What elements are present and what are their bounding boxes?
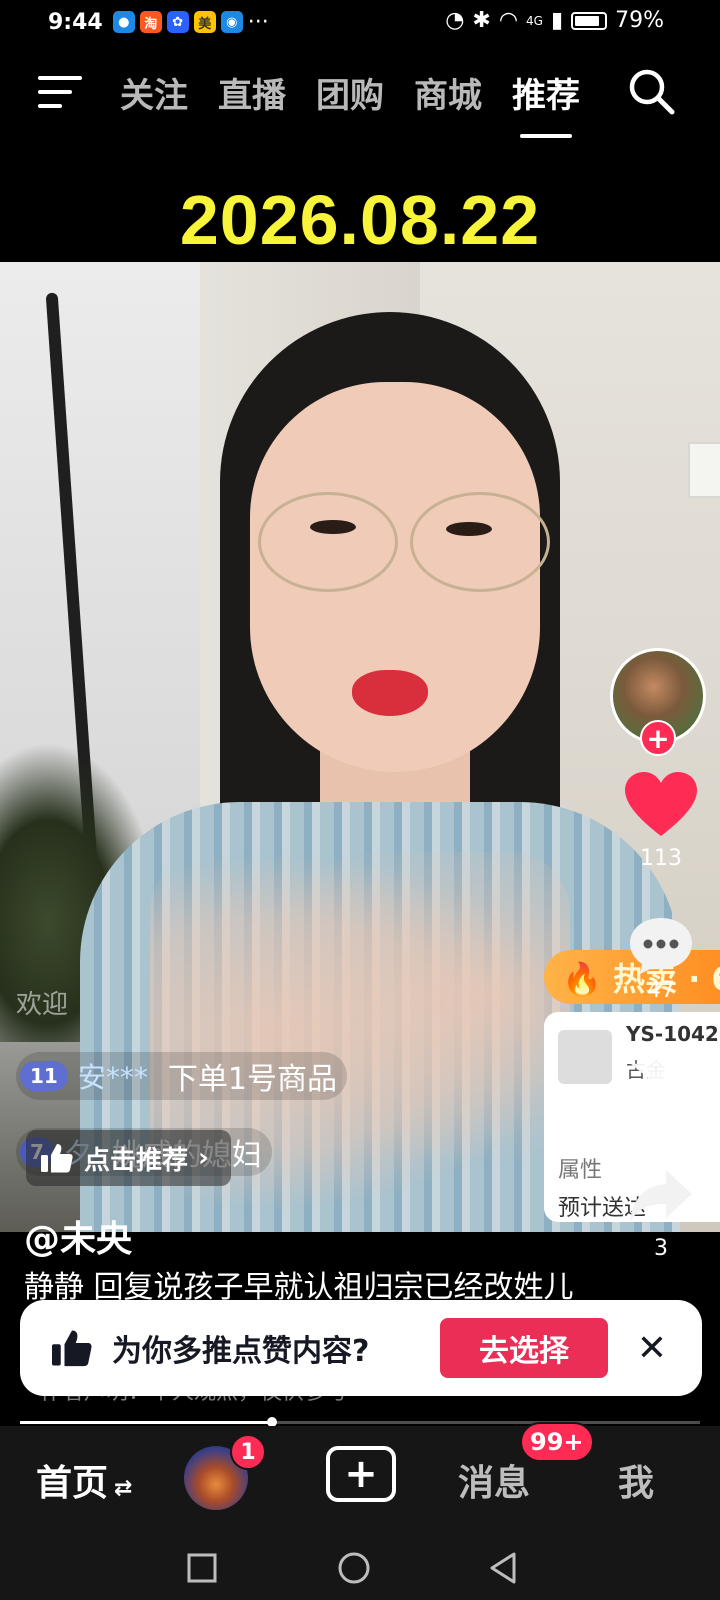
favorite-button[interactable]	[616, 1040, 706, 1104]
status-bar: 9:44 ● 淘 ✿ 美 ◉ ··· ◔ ✱ ◠ 4G ▮ 79%	[0, 0, 720, 44]
tab-live[interactable]: 直播	[218, 68, 286, 128]
recents-icon[interactable]	[186, 1552, 218, 1584]
fan-level-badge: 11	[20, 1061, 68, 1091]
author-name[interactable]: @未央	[24, 1210, 132, 1262]
chat-text: 下单1号商品	[167, 1062, 337, 1097]
wall-switch	[688, 442, 720, 498]
more-notifications-icon: ···	[247, 9, 269, 35]
home-icon[interactable]	[336, 1550, 372, 1586]
speedometer-icon: ◔	[445, 8, 465, 33]
swap-icon: ⇄	[114, 1476, 133, 1501]
network-type: 4G	[526, 13, 543, 28]
status-indicators: ◔ ✱ ◠ 4G ▮ 79%	[445, 8, 664, 33]
comment-count: 47	[647, 978, 675, 1003]
tab-mall[interactable]: 商城	[414, 68, 482, 128]
share-count: 3	[654, 1236, 668, 1261]
messages-badge: 99+	[520, 1422, 594, 1462]
video-date-overlay: 2026.08.22	[179, 181, 541, 259]
search-icon[interactable]	[626, 66, 676, 116]
recommend-popup: 为你多推点赞内容? 去选择 ✕	[20, 1300, 702, 1396]
thumbs-up-icon	[41, 1144, 73, 1173]
wifi-icon: ◠	[498, 8, 519, 33]
product-attribute: 属性	[558, 1158, 603, 1183]
chevron-right-icon: ›	[198, 1143, 209, 1173]
video-progress-fill	[20, 1421, 272, 1424]
tab-recommend[interactable]: 推荐	[512, 68, 580, 138]
meituan-icon: 美	[193, 11, 216, 33]
tab-group-buy[interactable]: 团购	[316, 68, 384, 128]
battery-percent: 79%	[615, 8, 664, 33]
like-count: 113	[640, 846, 682, 871]
baidu-icon: ✿	[166, 11, 189, 33]
video-progress-bar[interactable]	[20, 1417, 700, 1427]
tab-me[interactable]: 我	[618, 1454, 654, 1506]
like-button[interactable]	[616, 770, 706, 840]
tab-messages[interactable]: 消息	[458, 1454, 530, 1506]
share-button[interactable]	[616, 1166, 706, 1226]
globe-icon: ◉	[220, 11, 243, 33]
tab-following[interactable]: 关注	[120, 68, 188, 128]
signal-icon: ▮	[550, 8, 564, 33]
taobao-icon: 淘	[139, 11, 162, 33]
heart-icon	[625, 772, 697, 836]
chat-username: 安***	[77, 1061, 148, 1094]
comment-icon	[630, 918, 692, 974]
status-time: 9:44	[48, 9, 103, 35]
recommend-chip[interactable]: 点击推荐 ›	[26, 1130, 231, 1186]
system-nav-bar	[0, 1538, 720, 1600]
nav-tabs: 关注 直播 团购 商城 推荐	[120, 68, 580, 138]
video-player[interactable]: 欢迎 11 安*** 下单1号商品 7 夕 姚威的媳妇 🔥 热卖 · 6 YS-…	[0, 262, 720, 1232]
friends-badge: 1	[230, 1434, 266, 1470]
bottom-tab-bar: 首页 ⇄ 1 + 消息 99+ 我	[0, 1422, 720, 1538]
star-icon	[631, 1043, 691, 1100]
product-thumbnail	[558, 1030, 612, 1084]
thumbs-up-icon	[52, 1330, 92, 1367]
glasses	[258, 492, 398, 592]
favorite-count: 19	[647, 1108, 675, 1133]
comment-button[interactable]	[616, 914, 706, 978]
back-icon[interactable]	[486, 1550, 520, 1586]
share-icon	[630, 1170, 692, 1222]
chat-welcome: 欢迎	[16, 990, 69, 1020]
menu-icon[interactable]	[38, 72, 84, 112]
recommend-chip-label: 点击推荐	[84, 1145, 189, 1176]
recommend-popup-text: 为你多推点赞内容?	[112, 1334, 370, 1369]
chat-message: 11 安*** 下单1号商品	[16, 1052, 347, 1100]
follow-button[interactable]: +	[640, 720, 676, 756]
create-button[interactable]: +	[326, 1446, 396, 1502]
tab-home-label: 首页	[36, 1463, 109, 1504]
choose-button[interactable]: 去选择	[440, 1318, 608, 1378]
tab-home[interactable]: 首页 ⇄	[36, 1454, 132, 1506]
browser-icon: ●	[112, 11, 135, 33]
bluetooth-icon: ✱	[472, 8, 491, 33]
top-nav: 关注 直播 团购 商城 推荐	[0, 58, 720, 138]
battery-icon	[571, 11, 608, 30]
close-icon[interactable]: ✕	[630, 1326, 674, 1370]
